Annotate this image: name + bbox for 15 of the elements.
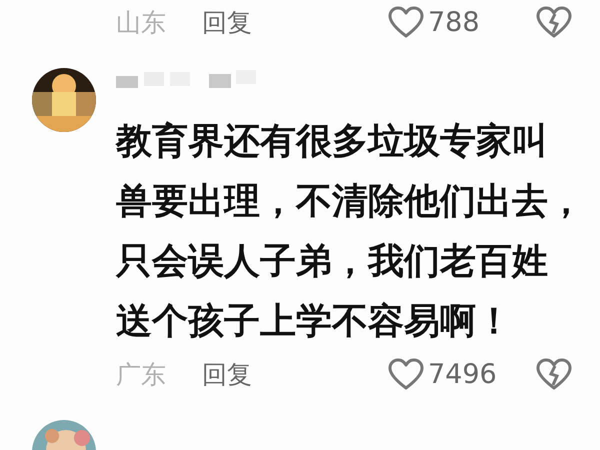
like-count: 7496 (428, 358, 498, 390)
broken-heart-icon (536, 358, 572, 390)
like-count: 788 (428, 6, 481, 38)
like-button[interactable] (388, 358, 424, 390)
like-button[interactable] (388, 6, 424, 38)
broken-heart-icon (536, 6, 572, 38)
comment-text: 教育界还有很多垃圾专家叫 兽要出理，不清除他们出去， 只会误人子弟，我们老百姓 送个孩子上学不容易啊！ (116, 120, 585, 344)
dislike-button[interactable] (536, 6, 572, 38)
heart-icon (388, 358, 424, 390)
dislike-button[interactable] (536, 358, 572, 390)
location-label: 山东 (116, 6, 167, 38)
reply-button[interactable]: 回复 (202, 6, 252, 38)
reply-button[interactable]: 回复 (202, 358, 252, 390)
location-label: 广东 (116, 358, 167, 390)
heart-icon (388, 6, 424, 38)
